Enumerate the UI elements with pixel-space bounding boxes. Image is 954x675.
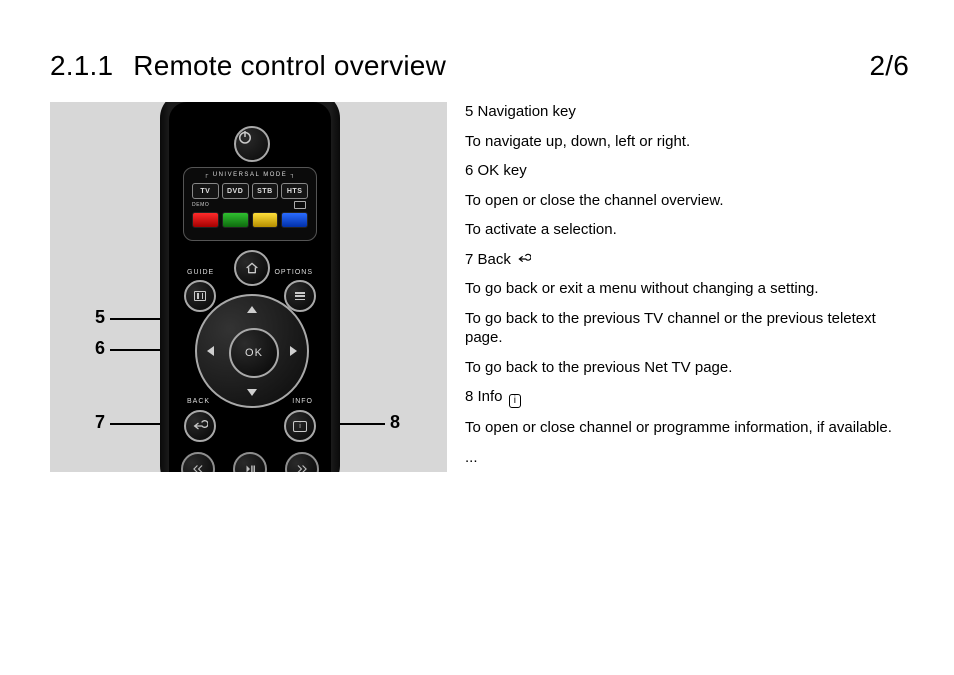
info-button: i bbox=[284, 410, 316, 442]
guide-label: GUIDE bbox=[187, 269, 214, 276]
guide-button bbox=[184, 280, 216, 312]
desc-7-body3: To go back to the previous Net TV page. bbox=[465, 358, 909, 378]
mode-tv: TV bbox=[192, 183, 219, 199]
remote-face: ┌ UNIVERSAL MODE ┐ TV DVD STB HTS DEMO bbox=[169, 102, 331, 472]
desc-7-title: 7 Back bbox=[465, 250, 909, 270]
play-pause-icon bbox=[243, 462, 257, 472]
nav-left-icon bbox=[207, 346, 214, 356]
desc-8-body: To open or close channel or programme in… bbox=[465, 418, 909, 438]
nav-right-icon bbox=[290, 346, 297, 356]
callout-6: 6 bbox=[95, 338, 105, 359]
callout-8: 8 bbox=[390, 412, 400, 433]
info-label: INFO bbox=[292, 398, 313, 405]
desc-6-body2: To activate a selection. bbox=[465, 220, 909, 240]
page-title: Remote control overview bbox=[133, 50, 446, 82]
manual-page: 2.1.1 Remote control overview 2/6 5 6 7 … bbox=[0, 0, 954, 675]
rewind-button bbox=[181, 452, 215, 472]
back-label: BACK bbox=[187, 398, 210, 405]
home-button bbox=[234, 250, 270, 286]
back-button bbox=[184, 410, 216, 442]
desc-6-title: 6 OK key bbox=[465, 161, 909, 181]
desc-ellipsis: ... bbox=[465, 448, 909, 468]
mode-panel: ┌ UNIVERSAL MODE ┐ TV DVD STB HTS DEMO bbox=[183, 167, 317, 241]
nav-down-icon bbox=[247, 389, 257, 396]
page-indicator: 2/6 bbox=[869, 50, 909, 82]
desc-7-body2: To go back to the previous TV channel or… bbox=[465, 309, 909, 348]
remote-figure: 5 6 7 8 ┌ bbox=[50, 102, 447, 472]
teletext-icon bbox=[294, 201, 306, 209]
blue-key bbox=[281, 212, 308, 228]
forward-icon bbox=[295, 462, 309, 472]
universal-mode-label: ┌ UNIVERSAL MODE ┐ bbox=[184, 172, 316, 178]
desc-8-title: 8 Info i bbox=[465, 387, 909, 408]
desc-5-title: 5 Navigation key bbox=[465, 102, 909, 122]
desc-6-body1: To open or close the channel overview. bbox=[465, 191, 909, 211]
mode-hts: HTS bbox=[281, 183, 308, 199]
power-button bbox=[234, 126, 270, 162]
forward-button bbox=[285, 452, 319, 472]
demo-label: DEMO bbox=[192, 202, 209, 208]
navigation-ring: OK bbox=[195, 294, 309, 408]
desc-5-body: To navigate up, down, left or right. bbox=[465, 132, 909, 152]
description-column: 5 Navigation key To navigate up, down, l… bbox=[465, 102, 909, 477]
yellow-key bbox=[252, 212, 279, 228]
green-key bbox=[222, 212, 249, 228]
desc-7-body1: To go back or exit a menu without changi… bbox=[465, 279, 909, 299]
play-pause-button bbox=[233, 452, 267, 472]
page-header: 2.1.1 Remote control overview 2/6 bbox=[50, 50, 909, 82]
mode-stb: STB bbox=[252, 183, 279, 199]
back-inline-icon bbox=[517, 252, 531, 266]
mode-dvd: DVD bbox=[222, 183, 249, 199]
callout-7: 7 bbox=[95, 412, 105, 433]
back-icon bbox=[192, 418, 208, 434]
options-icon bbox=[295, 292, 305, 300]
red-key bbox=[192, 212, 219, 228]
ok-button: OK bbox=[229, 328, 279, 378]
info-inline-icon: i bbox=[509, 394, 521, 408]
rewind-icon bbox=[191, 462, 205, 472]
options-label: OPTIONS bbox=[274, 269, 313, 276]
section-number: 2.1.1 bbox=[50, 50, 113, 82]
transport-row bbox=[181, 452, 319, 472]
power-icon bbox=[236, 128, 254, 146]
nav-up-icon bbox=[247, 306, 257, 313]
guide-icon bbox=[194, 291, 206, 301]
info-icon: i bbox=[293, 421, 307, 432]
callout-5: 5 bbox=[95, 307, 105, 328]
remote-body: ┌ UNIVERSAL MODE ┐ TV DVD STB HTS DEMO bbox=[160, 102, 340, 472]
home-icon bbox=[244, 260, 260, 276]
